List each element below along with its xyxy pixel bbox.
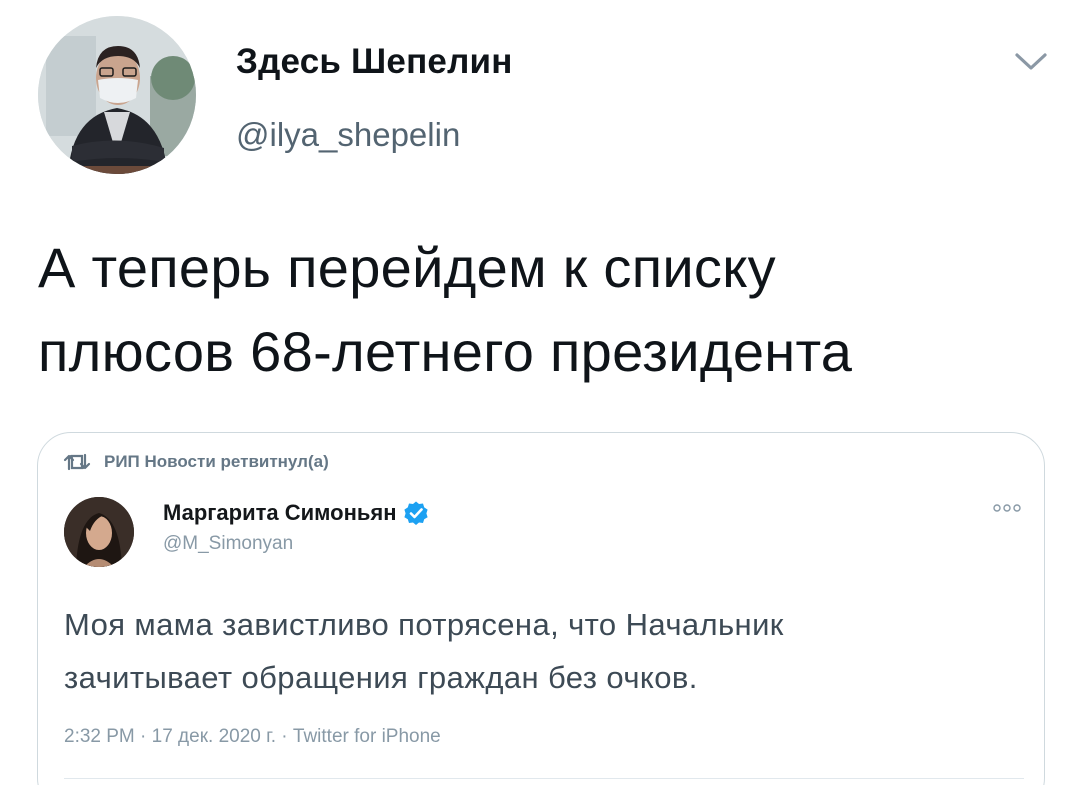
chevron-down-icon[interactable] <box>1013 50 1049 74</box>
quoted-author-name[interactable]: Маргарита Симоньян <box>163 500 397 526</box>
author-avatar[interactable] <box>38 16 196 174</box>
quoted-tweet-meta[interactable]: 2:32 PM · 17 дек. 2020 г. · Twitter for … <box>64 726 441 748</box>
verified-badge-icon <box>403 501 428 525</box>
tweet-text-line: плюсов 68-летнего президента <box>38 320 853 383</box>
more-dots-icon[interactable] <box>992 503 1022 513</box>
tweet-page: Здесь Шепелин @ilya_shepelin А теперь пе… <box>0 0 1080 785</box>
quoted-author-name-row: Маргарита Симоньян <box>163 500 429 526</box>
author-handle[interactable]: @ilya_shepelin <box>236 116 460 154</box>
quoted-author-handle[interactable]: @M_Simonyan <box>163 533 293 555</box>
quoted-text-line: Моя мама завистливо потрясена, что Начал… <box>64 607 784 642</box>
tweet-text-line: А теперь перейдем к списку <box>38 236 776 299</box>
quoted-tweet-text: Моя мама завистливо потрясена, что Начал… <box>64 598 1024 704</box>
retweet-context: РИП Новости ретвитнул(а) <box>62 452 329 472</box>
retweet-icon <box>63 453 91 471</box>
retweet-label[interactable]: РИП Новости ретвитнул(а) <box>104 452 329 472</box>
tweet-text: А теперь перейдем к списку плюсов 68-лет… <box>38 226 1048 394</box>
quoted-author-avatar[interactable] <box>64 497 134 567</box>
author-name[interactable]: Здесь Шепелин <box>236 42 513 82</box>
quoted-text-line: зачитывает обращения граждан без очков. <box>64 660 698 695</box>
divider <box>64 778 1024 779</box>
